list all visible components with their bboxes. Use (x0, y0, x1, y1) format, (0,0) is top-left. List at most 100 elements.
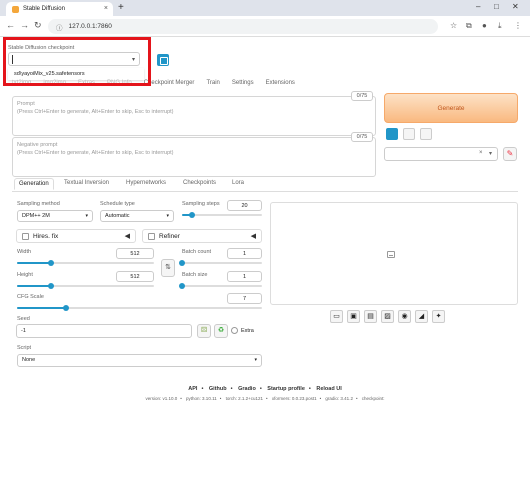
hires-fix-checkbox[interactable] (22, 232, 29, 240)
styles-dropdown[interactable]: × ▾ (384, 147, 498, 161)
maximize-button[interactable]: □ (494, 2, 499, 11)
batch-count-slider[interactable] (179, 260, 262, 266)
extra-checkbox[interactable] (231, 327, 238, 334)
footer-startup-profile-link[interactable]: Startup profile (267, 386, 305, 392)
chevron-down-icon: ▾ (489, 151, 493, 157)
tab-train[interactable]: Train (206, 80, 219, 86)
footer-api-link[interactable]: API (188, 386, 197, 392)
extensions-icon[interactable]: ⧉ (466, 21, 472, 31)
negative-prompt-label: Negative prompt (17, 142, 58, 148)
sampling-steps-input[interactable]: 20 (227, 200, 262, 211)
tab-checkpoints[interactable]: Checkpoints (183, 180, 216, 186)
cfg-scale-label: CFG Scale (17, 294, 44, 300)
zip-icon[interactable]: ▤ (364, 310, 377, 323)
output-toolbar: ▭ ▣ ▤ ▨ ◉ ◢ ✦ (330, 310, 445, 323)
negative-prompt-hint: (Press Ctrl+Enter to generate, Alt+Enter… (17, 150, 174, 156)
refiner-label: Refiner (159, 232, 180, 240)
checkpoint-version-text: checkpoint: (361, 396, 385, 401)
cfg-scale-input[interactable]: 7 (227, 293, 262, 304)
read-params-button[interactable] (386, 128, 398, 140)
menu-icon[interactable]: ⋮ (514, 21, 522, 30)
collapse-icon: ◀ (124, 233, 130, 240)
send-to-inpaint-icon[interactable]: ◉ (398, 310, 411, 323)
refiner-checkbox[interactable] (148, 232, 155, 240)
height-slider[interactable] (17, 283, 154, 289)
chevron-down-icon: ▾ (166, 213, 169, 219)
negative-prompt-field[interactable]: Negative prompt (Press Ctrl+Enter to gen… (12, 132, 376, 177)
site-info-icon[interactable]: ⓘ (56, 22, 63, 32)
chevron-down-icon: ▾ (85, 213, 88, 219)
sampling-method-value: DPM++ 2M (22, 213, 50, 219)
footer-github-link[interactable]: Github (209, 386, 227, 392)
batch-size-slider[interactable] (179, 283, 262, 289)
schedule-type-value: Automatic (105, 213, 130, 219)
back-icon[interactable]: ← (6, 20, 15, 30)
browser-tab-title: Stable Diffusion (23, 6, 65, 12)
extra-toggle[interactable]: Extra (231, 327, 254, 334)
new-tab-button[interactable]: + (118, 2, 124, 13)
tab-checkpoint-merger[interactable]: Checkpoint Merger (144, 80, 195, 86)
prompt-token-counter: 0/75 (351, 91, 373, 101)
sampling-steps-slider[interactable] (182, 212, 262, 218)
swap-dimensions-button[interactable]: ⇅ (161, 259, 175, 277)
tab-lora[interactable]: Lora (232, 180, 244, 186)
clear-styles-icon[interactable]: × (479, 150, 483, 156)
batch-count-label: Batch count (182, 249, 212, 255)
browser-tab[interactable]: Stable Diffusion × (6, 2, 113, 16)
generate-button[interactable]: Generate (384, 93, 518, 123)
tab-hypernetworks[interactable]: Hypernetworks (126, 180, 166, 186)
footer-gradio-link[interactable]: Gradio (238, 386, 256, 392)
edit-styles-button[interactable]: ✎ (503, 147, 517, 161)
star-icon[interactable]: ☆ (450, 21, 457, 30)
url-text: 127.0.0.1:7860 (68, 23, 112, 30)
seed-input[interactable]: -1 (16, 324, 192, 338)
dice-icon[interactable]: ⚄ (197, 324, 211, 338)
folder-icon[interactable]: ▭ (330, 310, 343, 323)
sparkle-icon[interactable]: ✦ (432, 310, 445, 323)
schedule-type-select[interactable]: Automatic ▾ (100, 210, 174, 222)
width-slider[interactable] (17, 260, 154, 266)
trash-icon[interactable] (403, 128, 415, 140)
seed-label: Seed (17, 316, 30, 322)
send-to-extras-icon[interactable]: ◢ (415, 310, 428, 323)
forward-icon[interactable]: → (20, 20, 29, 30)
batch-count-input[interactable]: 1 (227, 248, 262, 259)
minimize-button[interactable]: – (476, 2, 480, 11)
chevron-down-icon: ▾ (254, 357, 257, 363)
footer-links: API • Github • Gradio • Startup profile • Re… (188, 386, 342, 392)
output-gallery (270, 202, 518, 305)
browser-tab-strip: Stable Diffusion × + – □ ✕ (0, 0, 530, 16)
prompt-label: Prompt (17, 101, 35, 107)
profile-icon[interactable]: ● (482, 21, 487, 30)
extra-label: Extra (241, 327, 254, 334)
download-icon[interactable]: ⤓ (498, 21, 502, 31)
url-field[interactable]: ⓘ 127.0.0.1:7860 (48, 19, 438, 34)
save-icon[interactable]: ▣ (347, 310, 360, 323)
cfg-scale-slider[interactable] (17, 305, 262, 311)
tab-textual-inversion[interactable]: Textual Inversion (64, 180, 109, 186)
close-window-button[interactable]: ✕ (512, 2, 519, 11)
negative-prompt-token-counter: 0/75 (351, 132, 373, 142)
tab-generation[interactable]: Generation (14, 178, 54, 190)
sampling-method-select[interactable]: DPM++ 2M ▾ (17, 210, 93, 222)
clipboard-icon[interactable] (420, 128, 432, 140)
batch-size-input[interactable]: 1 (227, 271, 262, 282)
recycle-icon[interactable]: ♻ (214, 324, 228, 338)
send-to-img2img-icon[interactable]: ▨ (381, 310, 394, 323)
width-label: Width (17, 249, 32, 255)
hires-fix-accordion[interactable]: Hires. fix ◀ (16, 229, 136, 243)
tab-close-icon[interactable]: × (104, 5, 108, 12)
refiner-accordion[interactable]: Refiner ◀ (142, 229, 262, 243)
reload-icon[interactable]: ↻ (34, 20, 42, 31)
version-text: version: v1.10.0 (145, 396, 178, 401)
tab-settings[interactable]: Settings (232, 80, 254, 86)
width-input[interactable]: 512 (116, 248, 154, 259)
script-select[interactable]: None ▾ (17, 354, 262, 367)
footer-reload-ui-link[interactable]: Reload UI (316, 386, 341, 392)
refresh-checkpoint-button[interactable] (157, 54, 169, 66)
favicon-icon (12, 5, 19, 13)
height-input[interactable]: 512 (116, 271, 154, 282)
height-label: Height (17, 272, 33, 278)
tab-extensions[interactable]: Extensions (266, 80, 295, 86)
prompt-field[interactable]: Prompt (Press Ctrl+Enter to generate, Al… (12, 91, 376, 136)
